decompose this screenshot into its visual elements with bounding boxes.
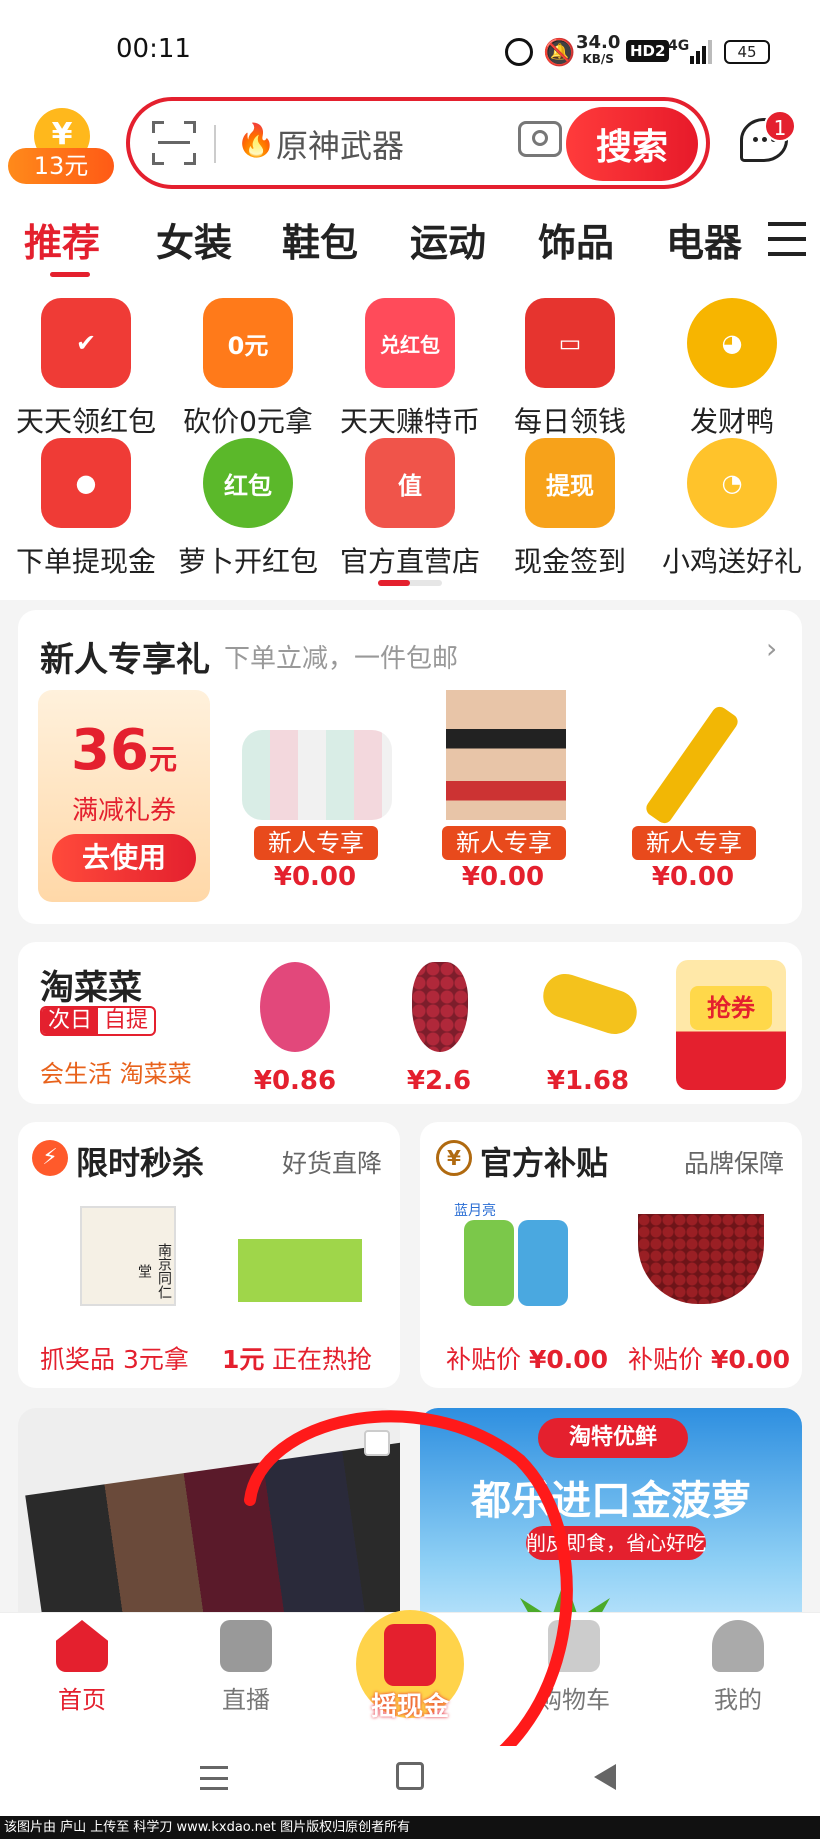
back-icon[interactable] <box>594 1764 616 1790</box>
red-circle-annotation <box>244 1410 573 1816</box>
home-button-icon[interactable] <box>396 1762 424 1790</box>
watermark-text: 该图片由 庐山 上传至 科学刀 www.kxdao.net 图片版权归原创者所有 <box>0 1816 820 1839</box>
system-nav-bar <box>0 1746 820 1816</box>
recent-apps-icon[interactable] <box>200 1766 228 1790</box>
